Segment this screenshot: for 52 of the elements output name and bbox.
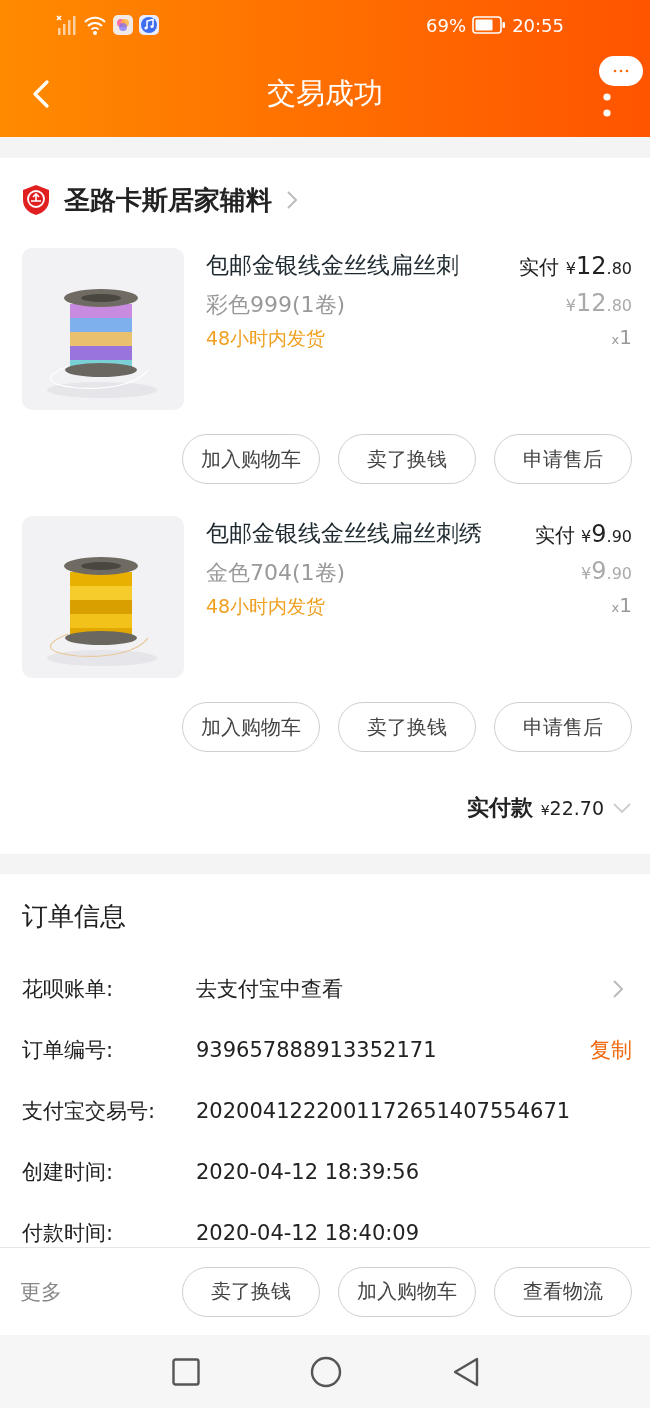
signal-icon: [55, 14, 77, 36]
field-value: 2020041222001172651407554671: [196, 1098, 572, 1123]
product-title[interactable]: 包邮金银线金丝线扁丝刺绣: [206, 518, 513, 552]
music-icon: [139, 15, 159, 35]
action-button[interactable]: 加入购物车: [182, 702, 320, 752]
field-label: 付款时间:: [22, 1219, 115, 1247]
back-icon[interactable]: [32, 80, 50, 108]
action-button[interactable]: 加入购物车: [182, 434, 320, 484]
action-button[interactable]: 卖了换钱: [338, 434, 476, 484]
wifi-icon: [83, 14, 107, 36]
action-button[interactable]: 申请售后: [494, 702, 632, 752]
page-title: 交易成功: [267, 74, 383, 112]
alipay-link[interactable]: 去支付宝中查看: [196, 974, 612, 1003]
quantity: x1: [611, 593, 632, 617]
unit-price: ¥9.90: [581, 557, 632, 585]
battery-percent: 69%: [426, 14, 467, 36]
recents-icon[interactable]: [172, 1357, 200, 1386]
field-label: 花呗账单:: [22, 975, 115, 1003]
unit-price: ¥12.80: [565, 289, 632, 317]
chevron-right-icon[interactable]: [286, 190, 298, 210]
quantity: x1: [611, 325, 632, 349]
shipping-note: 48小时内发货: [206, 326, 327, 351]
store-badge-icon: [22, 184, 50, 216]
app-icon: [113, 15, 133, 35]
field-label: 创建时间:: [22, 1158, 115, 1186]
field-label: 支付宝交易号:: [22, 1097, 157, 1125]
chevron-right-icon[interactable]: [612, 978, 624, 999]
total-amount: ¥22.70: [540, 797, 604, 819]
home-icon[interactable]: [310, 1355, 342, 1388]
battery-icon: [472, 16, 507, 34]
clock: 20:55: [512, 14, 564, 36]
action-button[interactable]: 加入购物车: [338, 1266, 476, 1317]
field-value: 939657888913352171: [196, 1037, 438, 1062]
paid-price: 实付 ¥12.80: [519, 252, 632, 281]
field-label: 订单编号:: [22, 1036, 115, 1064]
field-value: 2020-04-12 18:40:09: [196, 1220, 421, 1245]
more-bubble-icon[interactable]: [599, 56, 643, 86]
action-button[interactable]: 卖了换钱: [338, 702, 476, 752]
action-button[interactable]: 申请售后: [494, 434, 632, 484]
action-button[interactable]: 卖了换钱: [182, 1266, 320, 1317]
paid-price: 实付 ¥9.90: [534, 520, 632, 549]
shipping-note: 48小时内发货: [206, 594, 327, 619]
product-variant: 金色704(1卷): [206, 559, 347, 587]
back-nav-icon[interactable]: [452, 1356, 480, 1387]
action-button[interactable]: 查看物流: [494, 1266, 632, 1317]
product-title[interactable]: 包邮金银线金丝线扁丝刺: [206, 250, 498, 284]
more-link[interactable]: 更多: [20, 1277, 182, 1306]
product-variant: 彩色999(1卷): [206, 291, 347, 319]
store-name[interactable]: 圣路卡斯居家辅料: [64, 182, 272, 218]
total-label: 实付款: [466, 794, 533, 822]
section-title: 订单信息: [22, 899, 127, 933]
field-value: 2020-04-12 18:39:56: [196, 1159, 421, 1184]
